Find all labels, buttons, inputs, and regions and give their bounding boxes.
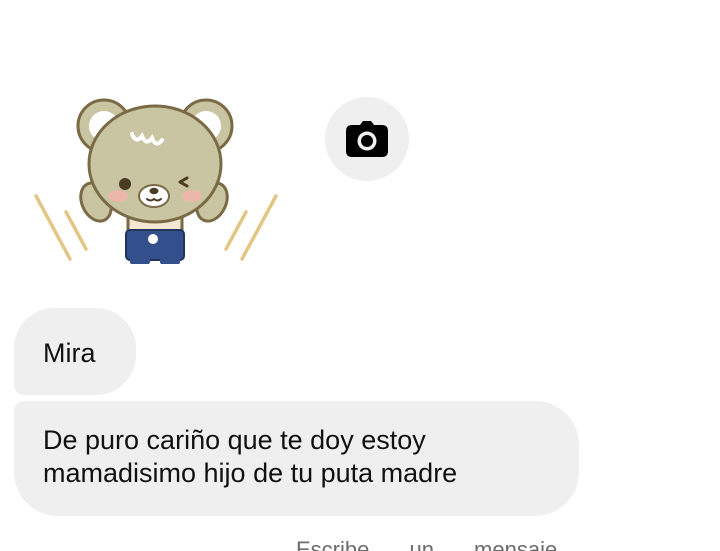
camera-button[interactable]	[325, 97, 409, 181]
message-bubble[interactable]: De puro cariño que te doy estoy mamadisi…	[14, 401, 579, 516]
message-text-line: mamadisimo hijo de tu puta madre	[43, 458, 458, 488]
message-text: Mira	[43, 338, 96, 368]
cutoff-text: Escribe un mensaje	[296, 538, 558, 551]
message-text-line: De puro cariño que te doy estoy	[43, 425, 426, 455]
teddy-bear-sticker[interactable]	[30, 92, 282, 272]
camera-icon	[346, 121, 388, 157]
bear-left-eye	[119, 178, 131, 190]
message-bubble[interactable]: Mira	[14, 308, 136, 395]
